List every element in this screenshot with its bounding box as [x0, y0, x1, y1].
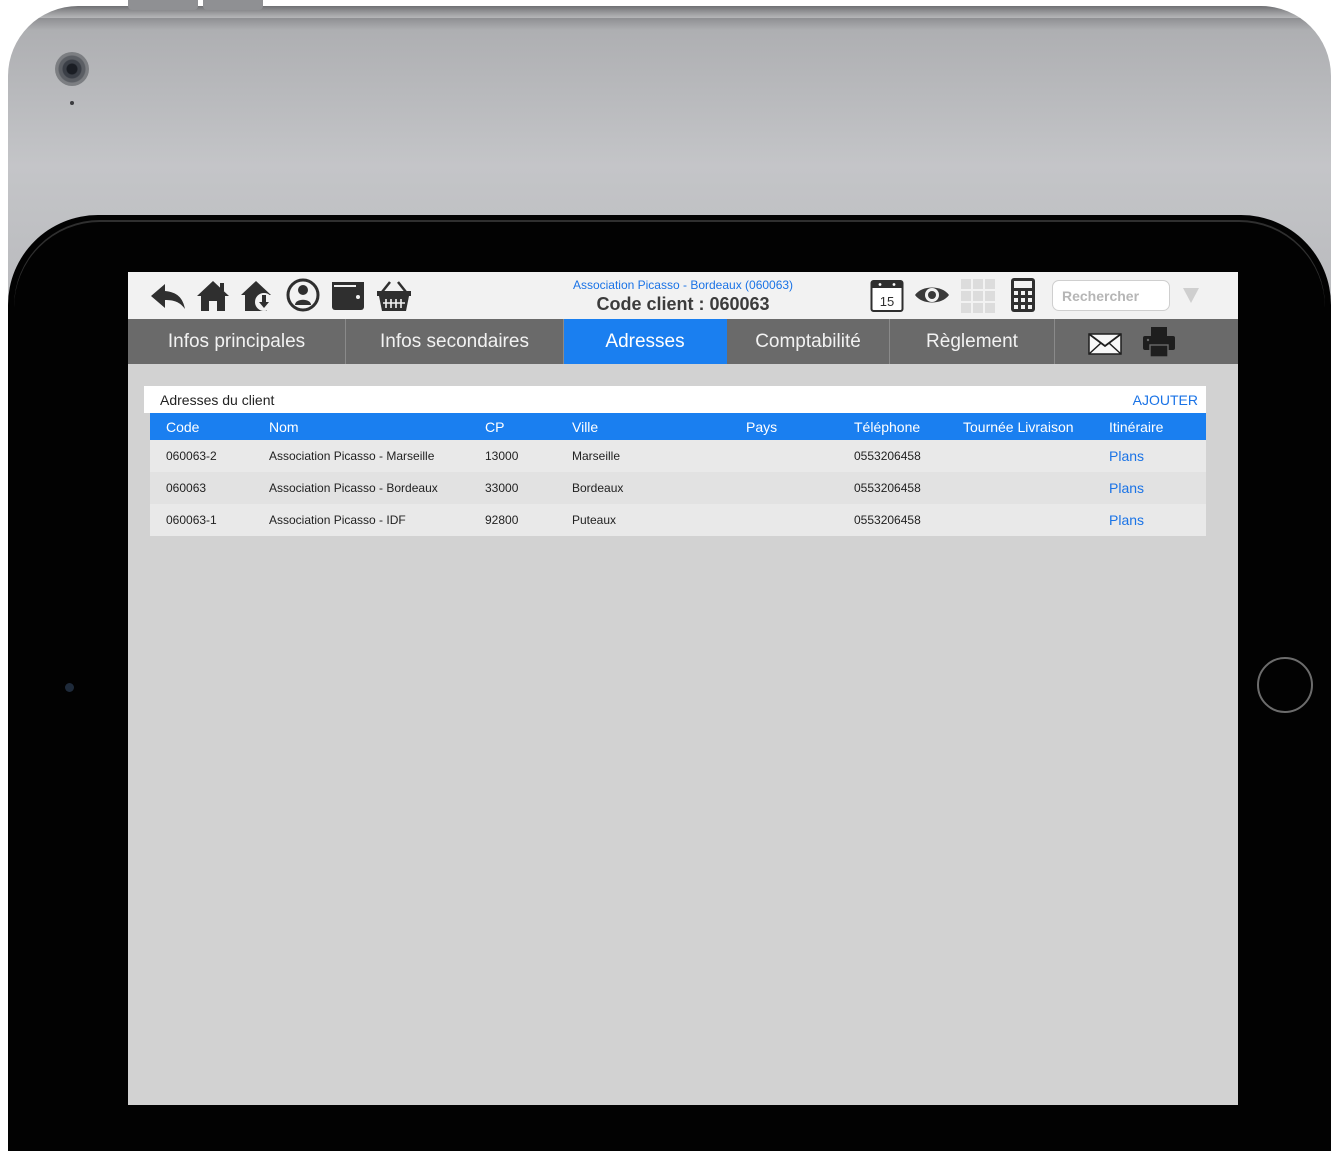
cell-telephone: 0553206458 [838, 440, 947, 472]
cell-nom: Association Picasso - Bordeaux [253, 472, 469, 504]
cell-code: 060063-2 [150, 440, 253, 472]
table-row[interactable]: 060063 Association Picasso - Bordeaux 33… [150, 472, 1206, 504]
cell-code: 060063-1 [150, 504, 253, 536]
column-header-ville[interactable]: Ville [556, 413, 730, 440]
app-screen: Association Picasso - Bordeaux (060063) … [128, 272, 1238, 1105]
client-code: Code client : 060063 [596, 294, 770, 314]
cell-pays [730, 504, 838, 536]
grid-icon[interactable] [960, 278, 996, 314]
wallet-icon[interactable] [331, 279, 365, 311]
tab-comptabilite[interactable]: Comptabilité [727, 319, 890, 364]
home-button [1257, 657, 1313, 713]
tab-infos-principales[interactable]: Infos principales [128, 319, 346, 364]
plans-link[interactable]: Plans [1093, 472, 1206, 504]
calendar-icon[interactable]: 15 [870, 278, 904, 312]
addresses-table: Code Nom CP Ville Pays Téléphone Tournée… [150, 413, 1206, 536]
eye-icon[interactable] [914, 282, 950, 308]
cell-pays [730, 472, 838, 504]
printer-icon[interactable] [1142, 326, 1176, 358]
cell-tournee [947, 440, 1093, 472]
top-toolbar: Association Picasso - Bordeaux (060063) … [128, 272, 1238, 319]
home-icon[interactable] [196, 278, 230, 312]
panel-title: Adresses du client [160, 392, 275, 408]
cell-cp: 13000 [469, 440, 556, 472]
cell-cp: 92800 [469, 504, 556, 536]
column-header-nom[interactable]: Nom [253, 413, 469, 440]
calendar-day: 15 [880, 294, 894, 309]
search-input[interactable] [1052, 280, 1170, 311]
back-arrow-icon[interactable] [150, 282, 186, 310]
plans-link[interactable]: Plans [1093, 504, 1206, 536]
rear-microphone [70, 101, 74, 105]
user-icon[interactable] [286, 278, 320, 312]
table-row[interactable]: 060063-2 Association Picasso - Marseille… [150, 440, 1206, 472]
dropdown-arrow-icon[interactable] [1183, 288, 1199, 303]
tab-infos-secondaires[interactable]: Infos secondaires [346, 319, 564, 364]
panel-header: Adresses du client AJOUTER [144, 386, 1206, 413]
calculator-icon[interactable] [1010, 277, 1036, 313]
volume-up-button [128, 0, 198, 10]
rear-camera [55, 52, 89, 86]
cell-ville: Puteaux [556, 504, 730, 536]
cell-ville: Marseille [556, 440, 730, 472]
column-header-itineraire[interactable]: Itinéraire [1093, 413, 1206, 440]
client-name: Association Picasso - Bordeaux (060063) [572, 278, 794, 292]
addresses-panel: Adresses du client AJOUTER Code Nom CP V… [144, 386, 1206, 536]
volume-down-button [203, 0, 263, 10]
cell-code: 060063 [150, 472, 253, 504]
tab-adresses[interactable]: Adresses [564, 319, 727, 364]
tab-bar: Infos principales Infos secondaires Adre… [128, 319, 1238, 364]
client-header: Association Picasso - Bordeaux (060063) … [518, 278, 848, 316]
column-header-cp[interactable]: CP [469, 413, 556, 440]
cell-tournee [947, 504, 1093, 536]
add-address-button[interactable]: AJOUTER [1133, 392, 1198, 408]
column-header-telephone[interactable]: Téléphone [838, 413, 947, 440]
front-camera [65, 683, 74, 692]
basket-icon[interactable] [376, 280, 412, 312]
table-header-row: Code Nom CP Ville Pays Téléphone Tournée… [150, 413, 1206, 440]
cell-nom: Association Picasso - Marseille [253, 440, 469, 472]
column-header-code[interactable]: Code [150, 413, 253, 440]
home-download-icon[interactable] [240, 278, 276, 312]
table-row[interactable]: 060063-1 Association Picasso - IDF 92800… [150, 504, 1206, 536]
cell-tournee [947, 472, 1093, 504]
cell-telephone: 0553206458 [838, 504, 947, 536]
tab-reglement[interactable]: Règlement [890, 319, 1055, 364]
cell-pays [730, 440, 838, 472]
cell-telephone: 0553206458 [838, 472, 947, 504]
column-header-pays[interactable]: Pays [730, 413, 838, 440]
column-header-tournee[interactable]: Tournée Livraison [947, 413, 1093, 440]
cell-nom: Association Picasso - IDF [253, 504, 469, 536]
cell-ville: Bordeaux [556, 472, 730, 504]
mail-icon[interactable] [1088, 333, 1122, 355]
cell-cp: 33000 [469, 472, 556, 504]
plans-link[interactable]: Plans [1093, 440, 1206, 472]
